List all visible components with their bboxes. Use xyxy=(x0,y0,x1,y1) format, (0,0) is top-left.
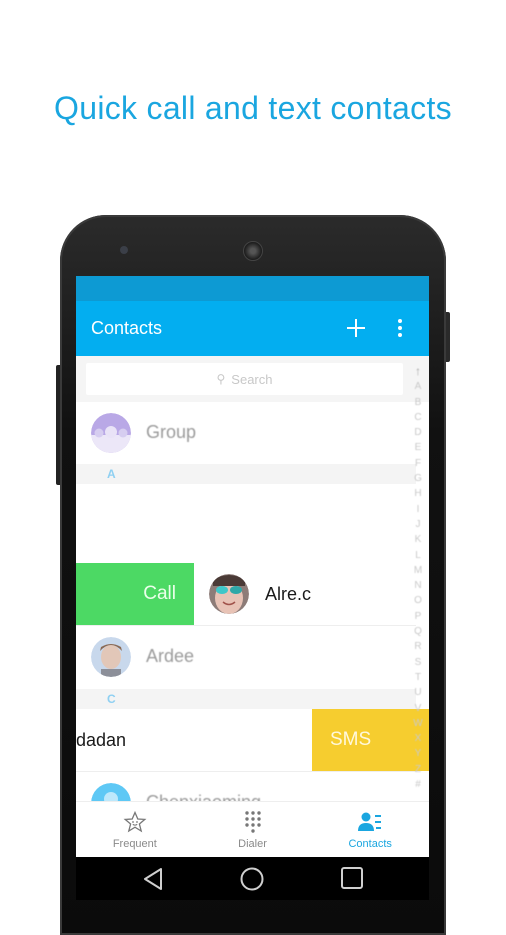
tab-contacts[interactable]: Contacts xyxy=(311,802,429,857)
index-letter[interactable]: F xyxy=(415,456,421,471)
index-letter[interactable]: C xyxy=(414,410,421,425)
index-letter[interactable]: A xyxy=(415,379,422,394)
headline: Quick call and text contacts xyxy=(54,90,452,126)
index-letter[interactable]: R xyxy=(414,639,421,654)
back-icon[interactable] xyxy=(142,867,164,891)
index-letter[interactable]: P xyxy=(415,609,422,624)
search-input[interactable]: ⚲ Search xyxy=(86,363,403,395)
search-icon: ⚲ xyxy=(216,372,226,386)
tab-label: Frequent xyxy=(112,838,157,850)
more-options-button[interactable] xyxy=(392,319,408,339)
phone-screen: Contacts ⚲ Search Group A Call Alre.c Ar… xyxy=(76,276,429,857)
index-letter[interactable]: I xyxy=(417,502,420,517)
bottom-tab-bar: Frequent Dialer Contacts xyxy=(76,801,429,857)
section-header: C xyxy=(76,689,416,709)
group-avatar-icon xyxy=(91,413,131,453)
tab-dialer[interactable]: Dialer xyxy=(194,802,312,857)
index-letter[interactable]: K xyxy=(415,532,422,547)
list-item-swiped-sms[interactable]: dadan xyxy=(76,709,312,771)
dialpad-icon xyxy=(244,811,261,833)
contact-name: Group xyxy=(146,422,197,442)
page-title: Contacts xyxy=(91,318,163,338)
contact-photo xyxy=(209,574,249,614)
contacts-icon xyxy=(358,812,382,831)
app-bar: Contacts xyxy=(76,301,429,356)
tab-label: Dialer xyxy=(238,838,267,850)
index-letter[interactable]: O xyxy=(414,593,422,608)
tab-frequent[interactable]: Frequent xyxy=(76,802,194,857)
index-letter[interactable]: T xyxy=(415,670,421,685)
section-header: A xyxy=(76,464,416,484)
index-letter[interactable]: V xyxy=(415,701,422,716)
index-letter[interactable]: N xyxy=(414,578,421,593)
plus-icon xyxy=(347,319,365,337)
index-letter[interactable]: Z xyxy=(415,762,421,777)
index-letter[interactable]: D xyxy=(414,425,421,440)
index-letter[interactable]: U xyxy=(414,685,421,700)
index-letter[interactable]: J xyxy=(416,517,421,532)
list-item-swiped-call[interactable]: Alre.c xyxy=(194,563,429,625)
home-icon[interactable] xyxy=(239,867,265,893)
contact-name: dadan xyxy=(76,730,127,750)
index-letter[interactable]: B xyxy=(415,395,422,410)
index-letter[interactable]: X xyxy=(415,731,422,746)
earpiece-speaker-icon xyxy=(243,241,263,261)
contact-name: Ardee xyxy=(146,646,195,666)
recents-icon[interactable] xyxy=(340,867,364,891)
add-contact-button[interactable] xyxy=(346,311,366,345)
search-container: ⚲ Search xyxy=(76,356,429,402)
index-letter[interactable]: # xyxy=(415,777,421,792)
alphabet-index-bar[interactable]: ↑ A B C D E F G H I J K L M N O P Q R S T U V W X Y Z # xyxy=(409,364,427,792)
contact-photo xyxy=(91,637,131,677)
list-item-group[interactable]: Group xyxy=(76,402,429,464)
index-letter[interactable]: M xyxy=(414,563,422,578)
list-item-ardee[interactable]: Ardee xyxy=(76,626,429,688)
index-letter[interactable]: G xyxy=(414,471,422,486)
system-nav-bar xyxy=(76,857,429,900)
more-vert-icon xyxy=(398,319,402,323)
front-camera-icon xyxy=(120,246,128,254)
star-icon xyxy=(123,811,147,833)
index-letter[interactable]: L xyxy=(415,548,421,563)
status-bar xyxy=(76,276,429,301)
index-letter[interactable]: S xyxy=(415,655,422,670)
call-action-button[interactable]: Call xyxy=(76,563,194,625)
contact-name: Alre.c xyxy=(265,584,312,604)
index-letter[interactable]: W xyxy=(413,716,422,731)
scroll-top-icon[interactable]: ↑ xyxy=(415,364,421,379)
contact-list: ⚲ Search Group A Call Alre.c Ardee C dad… xyxy=(76,356,429,857)
index-letter[interactable]: Y xyxy=(415,746,422,761)
tab-label: Contacts xyxy=(348,838,392,850)
index-letter[interactable]: E xyxy=(415,440,422,455)
index-letter[interactable]: Q xyxy=(414,624,422,639)
search-placeholder: Search xyxy=(231,371,273,387)
index-letter[interactable]: H xyxy=(414,486,421,501)
